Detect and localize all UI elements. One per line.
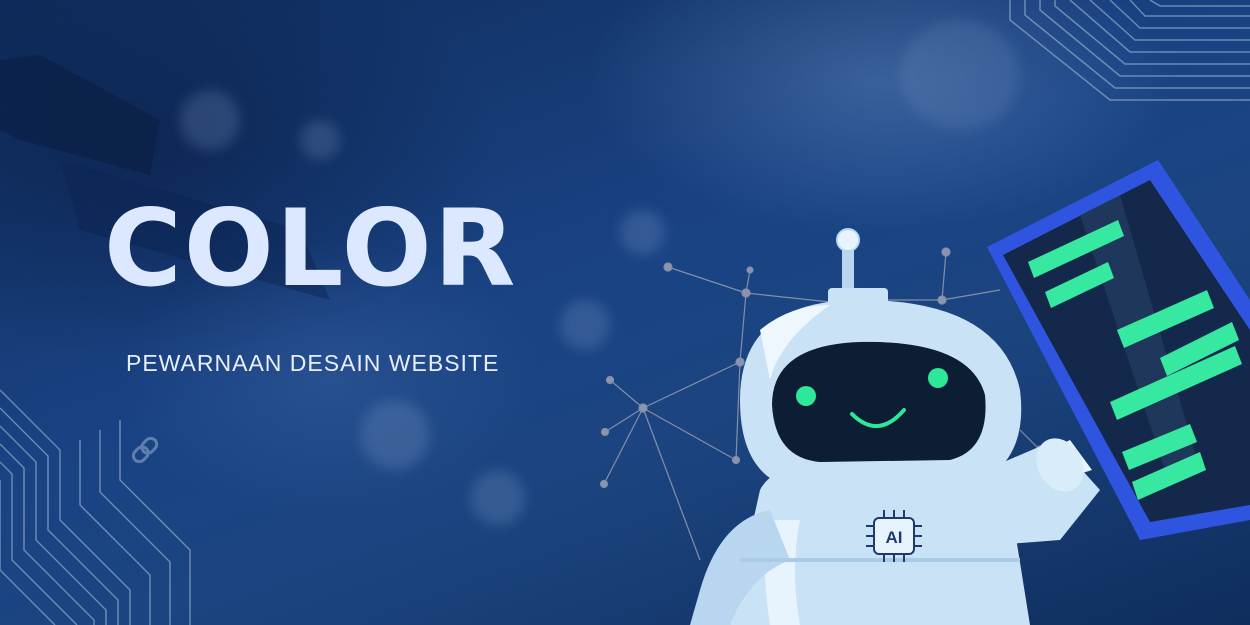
robot-illustration: AI — [690, 160, 1250, 625]
robot-antenna — [828, 228, 888, 308]
robot-body — [690, 468, 1030, 625]
robot-head — [740, 300, 1022, 490]
robot-eye-right — [928, 368, 948, 388]
robot-eye-left — [796, 386, 816, 406]
ai-badge-label: AI — [886, 528, 903, 547]
hero-banner: COLOR PEWARNAAN DESAIN WEBSITE AI — [0, 0, 1250, 625]
